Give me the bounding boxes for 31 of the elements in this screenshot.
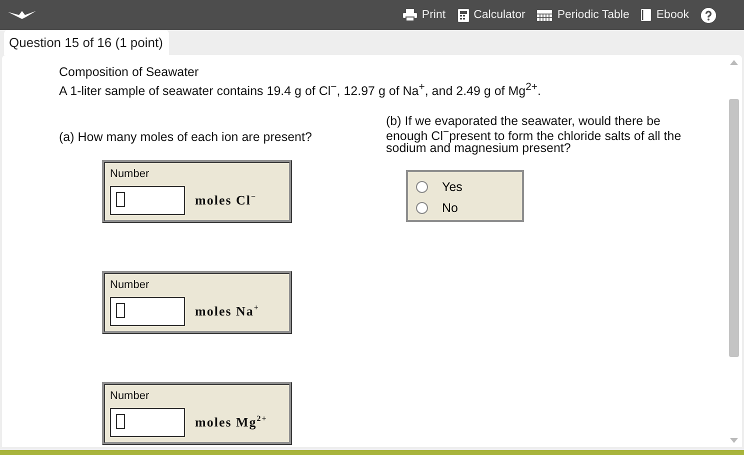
- scroll-down-icon[interactable]: [730, 438, 738, 443]
- radio-option[interactable]: Yes: [416, 176, 462, 198]
- input-field[interactable]: [110, 297, 185, 326]
- unit-label: moles Cl$^{−}$: [195, 192, 257, 209]
- radio-button[interactable]: [416, 180, 428, 193]
- input-field[interactable]: [110, 408, 185, 438]
- radio-button[interactable]: [416, 202, 428, 214]
- grid-icon: [537, 10, 552, 20]
- scrollbar-thumb[interactable]: [729, 99, 739, 357]
- toolbar-button[interactable]: Calculator: [458, 8, 526, 22]
- answer-label: Number: [110, 279, 150, 292]
- question-title: Composition of Seawater: [59, 64, 200, 80]
- question-text: (a) How many moles of each ion are present?: [59, 130, 313, 144]
- input-field[interactable]: [110, 186, 185, 216]
- book-icon: [641, 9, 652, 21]
- unit-label: moles Mg$^{2+}$: [195, 414, 268, 431]
- question-text: A 1-liter sample of seawater contains 19.4 g of Cl$^{−}$, 12.97 g of Na$^{+}$, and 2.49 g of Mg$^{2+}$.: [59, 81, 542, 100]
- question-text: (b) If we evaporated the seawater, would there be enough Cl$^{−}$present to form the chloride salts of all the sodium and magnesium present?: [386, 115, 682, 154]
- radio-option[interactable]: No: [416, 197, 458, 218]
- answer-label: Number: [110, 390, 150, 402]
- bird-logo-icon: [8, 10, 36, 20]
- answer-label: Number: [110, 168, 150, 180]
- toolbar-button[interactable]: Periodic Table: [537, 9, 630, 21]
- question-tab[interactable]: Question 15 of 16 (1 point): [4, 30, 169, 55]
- scroll-up-icon[interactable]: [730, 60, 738, 65]
- toolbar-button[interactable]: Ebook: [641, 9, 689, 21]
- toolbar-button[interactable]: Print: [402, 9, 446, 21]
- unit-label: moles Na$^{+}$: [195, 303, 260, 320]
- help-icon[interactable]: [701, 8, 716, 22]
- printer-icon: [402, 9, 417, 21]
- calculator-icon: [458, 8, 469, 22]
